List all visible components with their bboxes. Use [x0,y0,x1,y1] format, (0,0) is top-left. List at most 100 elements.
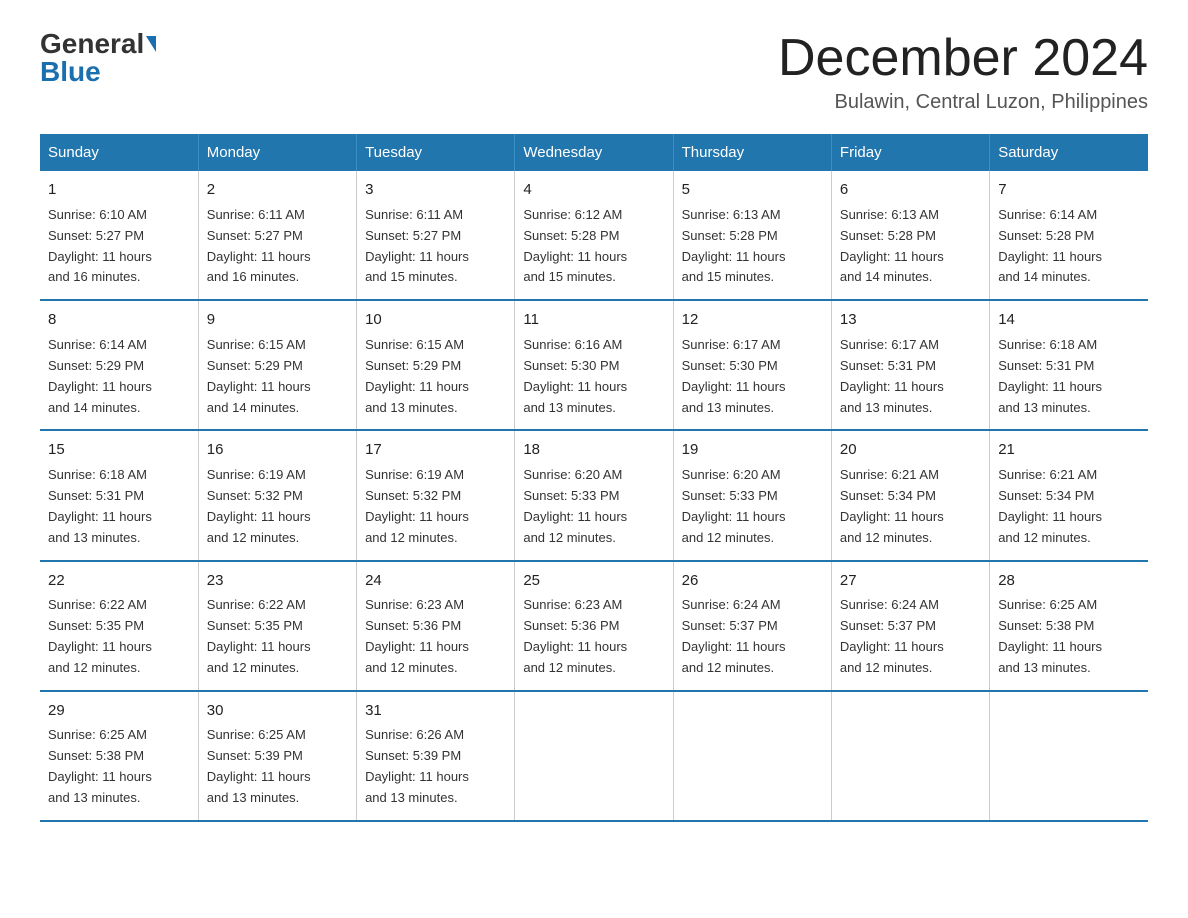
day-number: 29 [48,700,190,722]
day-number: 11 [523,309,664,331]
week-row-5: 29Sunrise: 6:25 AMSunset: 5:38 PMDayligh… [40,691,1148,821]
calendar-cell: 27 Sunrise: 6:24 AMSunset: 5:37 PMDayligh… [831,561,989,691]
location-title: Bulawin, Central Luzon, Philippines [778,91,1148,114]
title-block: December 2024 Bulawin, Central Luzon, Ph… [778,30,1148,114]
day-info: Sunrise: 6:17 AMSunset: 5:30 PMDaylight:… [682,337,786,415]
day-info: Sunrise: 6:25 AMSunset: 5:38 PMDaylight:… [998,597,1102,675]
col-header-tuesday: Tuesday [357,134,515,171]
calendar-cell: 24 Sunrise: 6:23 AMSunset: 5:36 PMDayligh… [357,561,515,691]
col-header-friday: Friday [831,134,989,171]
day-number: 8 [48,309,190,331]
day-info: Sunrise: 6:22 AMSunset: 5:35 PMDaylight:… [48,597,152,675]
day-number: 16 [207,439,348,461]
day-number: 30 [207,700,348,722]
logo-general-text: General [40,30,144,58]
month-title: December 2024 [778,30,1148,87]
col-header-wednesday: Wednesday [515,134,673,171]
week-row-4: 22 Sunrise: 6:22 AMSunset: 5:35 PMDayligh… [40,561,1148,691]
day-info: Sunrise: 6:24 AMSunset: 5:37 PMDaylight:… [840,597,944,675]
day-info: Sunrise: 6:16 AMSunset: 5:30 PMDaylight:… [523,337,627,415]
day-info: Sunrise: 6:19 AMSunset: 5:32 PMDaylight:… [365,467,469,545]
day-info: Sunrise: 6:20 AMSunset: 5:33 PMDaylight:… [523,467,627,545]
calendar-cell: 25Sunrise: 6:23 AMSunset: 5:36 PMDayligh… [515,561,673,691]
day-info: Sunrise: 6:17 AMSunset: 5:31 PMDaylight:… [840,337,944,415]
day-info: Sunrise: 6:18 AMSunset: 5:31 PMDaylight:… [998,337,1102,415]
calendar-cell: 3Sunrise: 6:11 AMSunset: 5:27 PMDaylight… [357,171,515,300]
day-info: Sunrise: 6:11 AMSunset: 5:27 PMDaylight:… [207,207,311,285]
calendar-cell: 26 Sunrise: 6:24 AMSunset: 5:37 PMDayligh… [673,561,831,691]
day-number: 28 [998,570,1140,592]
page-header: General Blue December 2024 Bulawin, Cent… [40,30,1148,114]
day-number: 23 [207,570,348,592]
day-number: 15 [48,439,190,461]
day-number: 10 [365,309,506,331]
day-info: Sunrise: 6:21 AMSunset: 5:34 PMDaylight:… [998,467,1102,545]
day-number: 22 [48,570,190,592]
day-number: 24 [365,570,506,592]
day-number: 1 [48,179,190,201]
day-info: Sunrise: 6:24 AMSunset: 5:37 PMDaylight:… [682,597,786,675]
calendar-cell [515,691,673,821]
day-number: 19 [682,439,823,461]
day-number: 18 [523,439,664,461]
day-number: 12 [682,309,823,331]
day-number: 20 [840,439,981,461]
logo-triangle-icon [146,36,156,52]
day-info: Sunrise: 6:20 AMSunset: 5:33 PMDaylight:… [682,467,786,545]
day-info: Sunrise: 6:21 AMSunset: 5:34 PMDaylight:… [840,467,944,545]
day-number: 14 [998,309,1140,331]
day-number: 13 [840,309,981,331]
week-row-2: 8 Sunrise: 6:14 AMSunset: 5:29 PMDaylight… [40,300,1148,430]
calendar-cell [990,691,1148,821]
day-info: Sunrise: 6:15 AMSunset: 5:29 PMDaylight:… [207,337,311,415]
day-info: Sunrise: 6:14 AMSunset: 5:28 PMDaylight:… [998,207,1102,285]
calendar-cell: 30 Sunrise: 6:25 AMSunset: 5:39 PMDayligh… [198,691,356,821]
calendar-cell: 4 Sunrise: 6:12 AMSunset: 5:28 PMDaylight… [515,171,673,300]
week-row-3: 15Sunrise: 6:18 AMSunset: 5:31 PMDayligh… [40,430,1148,560]
week-row-1: 1 Sunrise: 6:10 AMSunset: 5:27 PMDaylight… [40,171,1148,300]
calendar-cell: 1 Sunrise: 6:10 AMSunset: 5:27 PMDaylight… [40,171,198,300]
calendar-cell: 12 Sunrise: 6:17 AMSunset: 5:30 PMDayligh… [673,300,831,430]
day-number: 17 [365,439,506,461]
day-number: 26 [682,570,823,592]
calendar-header-row: SundayMondayTuesdayWednesdayThursdayFrid… [40,134,1148,171]
day-number: 7 [998,179,1140,201]
calendar-cell: 5 Sunrise: 6:13 AMSunset: 5:28 PMDaylight… [673,171,831,300]
calendar-cell: 20 Sunrise: 6:21 AMSunset: 5:34 PMDayligh… [831,430,989,560]
day-info: Sunrise: 6:22 AMSunset: 5:35 PMDaylight:… [207,597,311,675]
day-info: Sunrise: 6:12 AMSunset: 5:28 PMDaylight:… [523,207,627,285]
calendar-cell: 15Sunrise: 6:18 AMSunset: 5:31 PMDayligh… [40,430,198,560]
calendar-cell: 28 Sunrise: 6:25 AMSunset: 5:38 PMDayligh… [990,561,1148,691]
calendar-cell: 7 Sunrise: 6:14 AMSunset: 5:28 PMDaylight… [990,171,1148,300]
calendar-cell: 11 Sunrise: 6:16 AMSunset: 5:30 PMDayligh… [515,300,673,430]
day-number: 4 [523,179,664,201]
calendar-cell: 8 Sunrise: 6:14 AMSunset: 5:29 PMDaylight… [40,300,198,430]
day-info: Sunrise: 6:13 AMSunset: 5:28 PMDaylight:… [840,207,944,285]
day-number: 2 [207,179,348,201]
calendar-cell: 22 Sunrise: 6:22 AMSunset: 5:35 PMDayligh… [40,561,198,691]
calendar-cell: 2 Sunrise: 6:11 AMSunset: 5:27 PMDaylight… [198,171,356,300]
calendar-cell [831,691,989,821]
col-header-thursday: Thursday [673,134,831,171]
calendar-cell: 31Sunrise: 6:26 AMSunset: 5:39 PMDayligh… [357,691,515,821]
calendar-cell: 10Sunrise: 6:15 AMSunset: 5:29 PMDayligh… [357,300,515,430]
logo-blue-text: Blue [40,58,101,86]
day-number: 27 [840,570,981,592]
day-number: 5 [682,179,823,201]
day-info: Sunrise: 6:13 AMSunset: 5:28 PMDaylight:… [682,207,786,285]
day-number: 9 [207,309,348,331]
day-info: Sunrise: 6:23 AMSunset: 5:36 PMDaylight:… [365,597,469,675]
day-info: Sunrise: 6:25 AMSunset: 5:39 PMDaylight:… [207,727,311,805]
day-info: Sunrise: 6:10 AMSunset: 5:27 PMDaylight:… [48,207,152,285]
logo: General Blue [40,30,156,86]
col-header-monday: Monday [198,134,356,171]
calendar-cell: 13 Sunrise: 6:17 AMSunset: 5:31 PMDayligh… [831,300,989,430]
day-number: 25 [523,570,664,592]
calendar-cell: 19 Sunrise: 6:20 AMSunset: 5:33 PMDayligh… [673,430,831,560]
day-info: Sunrise: 6:19 AMSunset: 5:32 PMDaylight:… [207,467,311,545]
day-info: Sunrise: 6:26 AMSunset: 5:39 PMDaylight:… [365,727,469,805]
calendar-table: SundayMondayTuesdayWednesdayThursdayFrid… [40,134,1148,822]
calendar-cell [673,691,831,821]
day-info: Sunrise: 6:14 AMSunset: 5:29 PMDaylight:… [48,337,152,415]
calendar-cell: 21Sunrise: 6:21 AMSunset: 5:34 PMDayligh… [990,430,1148,560]
